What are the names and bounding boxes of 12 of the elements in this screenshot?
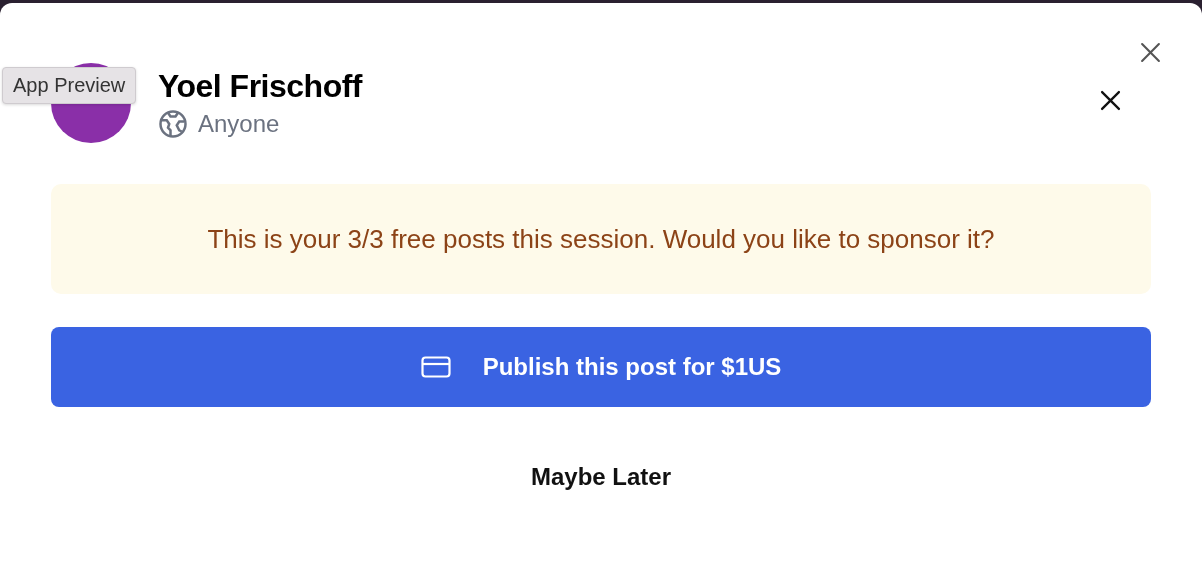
credit-card-icon	[420, 356, 451, 378]
publish-button[interactable]: Publish this post for $1US	[51, 327, 1151, 407]
globe-icon	[158, 108, 188, 139]
audience-label: Anyone	[198, 109, 280, 138]
close-icon	[1100, 90, 1121, 111]
author-name: Yoel Frischoff	[158, 67, 362, 105]
maybe-later-button[interactable]: Maybe Later	[522, 459, 680, 495]
tooltip: App Preview	[2, 67, 137, 104]
notice-text: This is your 3/3 free posts this session. Would you like to sponsor it?	[207, 223, 995, 255]
close-button[interactable]	[1140, 42, 1161, 63]
close-icon	[1140, 42, 1161, 63]
close-button[interactable]	[1100, 90, 1121, 111]
